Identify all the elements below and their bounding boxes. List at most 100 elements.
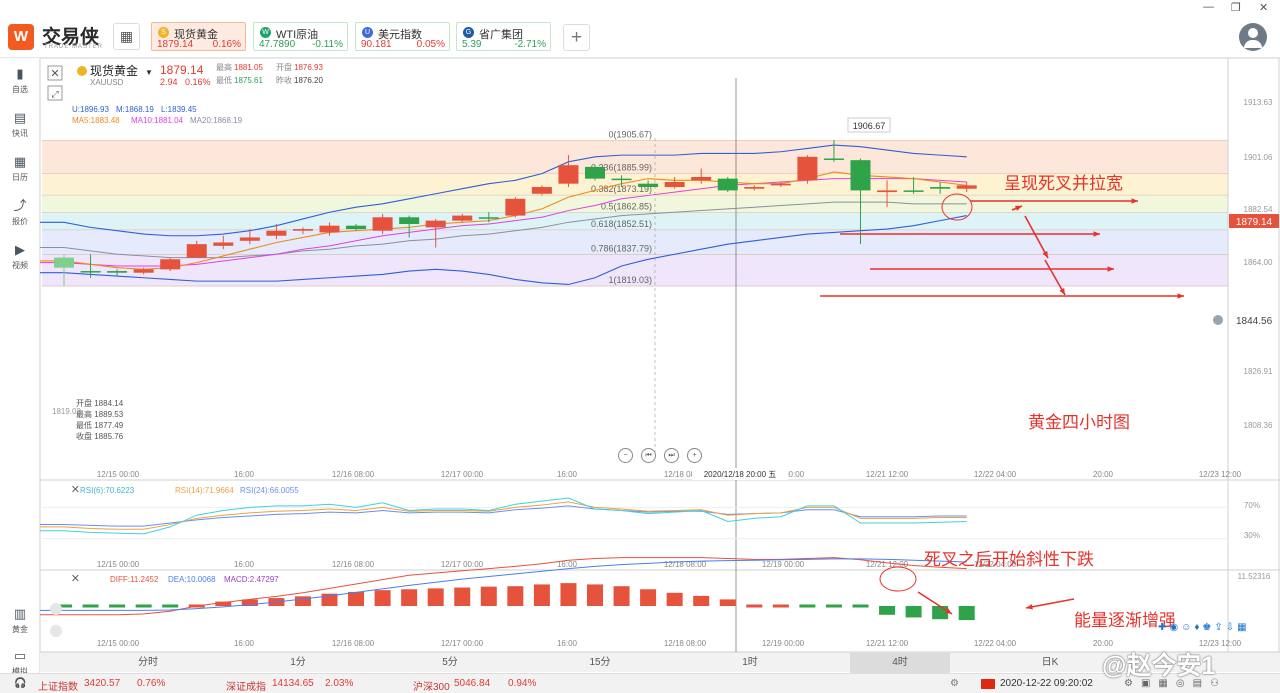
- candle-body[interactable]: [691, 176, 712, 181]
- candle-body[interactable]: [372, 217, 393, 231]
- macd-bar[interactable]: [507, 586, 524, 606]
- zoom-in-button[interactable]: +: [687, 448, 702, 463]
- add-tab-button[interactable]: +: [563, 24, 590, 51]
- candle-body[interactable]: [319, 225, 340, 233]
- quote-tab[interactable]: W WTI原油 47.7890 -0.11%: [253, 22, 348, 51]
- candle-body[interactable]: [930, 187, 951, 189]
- macd-bar[interactable]: [348, 591, 365, 606]
- chevron-down-icon[interactable]: ▼: [145, 68, 153, 77]
- macd-bar[interactable]: [958, 606, 975, 621]
- tool-cursor-icon[interactable]: [50, 603, 62, 615]
- candle-body[interactable]: [956, 185, 977, 189]
- macd-bar[interactable]: [772, 604, 789, 608]
- candle-body[interactable]: [585, 166, 605, 179]
- sidebar-item[interactable]: ▦ 日历: [0, 154, 40, 183]
- grid-view-button[interactable]: ▦: [113, 23, 140, 50]
- candle-body[interactable]: [133, 269, 154, 273]
- macd-bar[interactable]: [294, 596, 311, 606]
- macd-bar[interactable]: [454, 587, 471, 606]
- candle-body[interactable]: [266, 230, 287, 236]
- macd-bar[interactable]: [560, 583, 577, 606]
- macd-bar[interactable]: [82, 604, 99, 608]
- close-window-button[interactable]: ✕: [1259, 1, 1268, 14]
- macd-bar[interactable]: [825, 604, 842, 608]
- candle-body[interactable]: [505, 198, 526, 216]
- macd-bar[interactable]: [905, 606, 922, 618]
- macd-bar[interactable]: [374, 590, 391, 606]
- candle-body[interactable]: [399, 217, 420, 224]
- candle-body[interactable]: [903, 190, 924, 192]
- period-tab[interactable]: 4时: [850, 653, 950, 673]
- candle-body[interactable]: [850, 160, 871, 191]
- macd-bar[interactable]: [587, 584, 603, 606]
- period-tab[interactable]: 1时: [700, 653, 800, 673]
- sidebar-item[interactable]: ▮ 自选: [0, 66, 40, 95]
- scroll-start-button[interactable]: ⏮: [641, 448, 656, 463]
- candle-body[interactable]: [478, 217, 499, 219]
- headset-icon[interactable]: 🎧: [14, 678, 26, 689]
- macd-bar[interactable]: [746, 604, 763, 608]
- macd-bar[interactable]: [401, 589, 418, 606]
- quote-tab[interactable]: G 省广集团 5.39 -2.71%: [456, 22, 551, 51]
- maximize-button[interactable]: ❐: [1231, 1, 1241, 14]
- zoom-out-button[interactable]: −: [618, 448, 633, 463]
- scroll-end-button[interactable]: ⏭: [664, 448, 679, 463]
- macd-bar[interactable]: [799, 604, 816, 608]
- macd-bar[interactable]: [613, 586, 630, 606]
- user-avatar[interactable]: [1239, 23, 1267, 51]
- candle-body[interactable]: [80, 271, 101, 273]
- macd-bar[interactable]: [109, 604, 126, 608]
- candle-body[interactable]: [186, 244, 207, 258]
- macd-bar[interactable]: [666, 592, 683, 606]
- candle-body[interactable]: [717, 178, 738, 191]
- candle-body[interactable]: [239, 237, 260, 241]
- period-tab[interactable]: 5分: [400, 653, 500, 673]
- candle-body[interactable]: [638, 183, 659, 188]
- macd-bar[interactable]: [162, 604, 179, 608]
- candle-body[interactable]: [292, 229, 313, 231]
- sidebar-item[interactable]: ⤴ 报价: [0, 198, 40, 227]
- quote-tab[interactable]: U 美元指数 90.181 0.05%: [355, 22, 450, 51]
- period-tab[interactable]: 日K: [1000, 653, 1100, 673]
- candle-body[interactable]: [770, 183, 791, 186]
- sidebar-item[interactable]: ▤ 快讯: [0, 110, 40, 139]
- candle-body[interactable]: [213, 242, 234, 246]
- candle-body[interactable]: [160, 259, 181, 270]
- macd-bar[interactable]: [693, 595, 710, 606]
- drawing-toolbar[interactable]: ✚◉☺♦♚⇪⇩▦: [1158, 622, 1250, 633]
- quote-tab[interactable]: S 现货黄金 1879.14 0.16%: [151, 22, 246, 51]
- period-tab[interactable]: 1分: [248, 653, 348, 673]
- minimize-button[interactable]: —: [1203, 1, 1214, 13]
- sidebar-item[interactable]: ▶ 视频: [0, 242, 40, 271]
- candle-body[interactable]: [107, 271, 128, 273]
- candle-body[interactable]: [797, 156, 818, 181]
- sidebar-item[interactable]: ▥ 黄金: [0, 606, 40, 635]
- candle-body[interactable]: [877, 190, 898, 193]
- chart-area[interactable]: 0(1905.67)0.236(1885.99)0.382(1873.19)0.…: [40, 58, 1280, 652]
- candle-body[interactable]: [823, 158, 844, 160]
- rsi-close-icon[interactable]: ✕: [71, 484, 80, 496]
- candle-body[interactable]: [54, 257, 74, 268]
- macd-bar[interactable]: [427, 588, 444, 606]
- macd-close-icon[interactable]: ✕: [71, 573, 80, 585]
- macd-bar[interactable]: [640, 589, 657, 606]
- macd-bar[interactable]: [719, 599, 736, 606]
- candle-body[interactable]: [558, 165, 579, 184]
- tool-pen-icon[interactable]: [50, 625, 62, 637]
- macd-bar[interactable]: [135, 604, 152, 608]
- candle-body[interactable]: [452, 215, 473, 221]
- settings-icon[interactable]: ⚙: [950, 678, 959, 689]
- period-tab[interactable]: 分时: [98, 653, 198, 673]
- candle-body[interactable]: [425, 220, 446, 228]
- macd-bar[interactable]: [852, 604, 869, 608]
- candle-body[interactable]: [531, 187, 552, 194]
- period-tab[interactable]: 15分: [550, 653, 650, 673]
- macd-bar[interactable]: [480, 586, 497, 606]
- candle-body[interactable]: [664, 182, 685, 188]
- candle-body[interactable]: [611, 178, 632, 181]
- bell-icon[interactable]: [1213, 315, 1223, 325]
- candle-body[interactable]: [346, 225, 367, 230]
- macd-bar[interactable]: [533, 584, 550, 606]
- macd-bar[interactable]: [879, 606, 896, 615]
- candle-body[interactable]: [744, 187, 765, 189]
